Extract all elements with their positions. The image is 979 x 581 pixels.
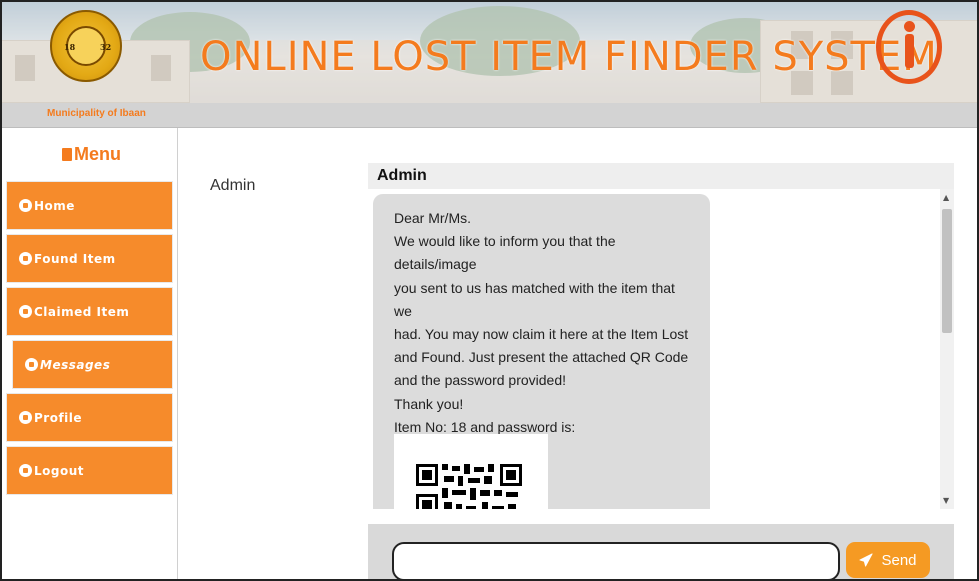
sidebar-item-claimed-item[interactable]: Claimed Item <box>6 287 173 336</box>
header-subbar: Municipality of Ibaan <box>0 103 979 128</box>
eye-icon <box>19 252 32 265</box>
sidebar-item-label: Messages <box>40 357 111 372</box>
scroll-down-icon[interactable]: ▼ <box>943 496 949 505</box>
sidebar-item-logout[interactable]: Logout <box>6 446 173 495</box>
sidebar-item-label: Profile <box>34 410 83 425</box>
menu-title: Menu <box>62 144 121 165</box>
qr-code-icon <box>416 464 522 509</box>
message-line: and Found. Just present the attached QR … <box>394 349 689 366</box>
sidebar-item-label: Found Item <box>34 251 116 266</box>
message-line: Thank you! <box>394 395 464 412</box>
municipal-seal-logo: 18 32 <box>50 10 122 82</box>
header-banner: 18 32 ONLINE LOST ITEM FINDER SYSTEM <box>0 0 979 103</box>
sidebar: Menu Home Found Item Claimed Item Messag… <box>0 128 178 581</box>
chat-header: Admin <box>368 163 954 189</box>
message-bubble: Dear Mr/Ms. We would like to inform you … <box>373 194 710 509</box>
message-composer: Send <box>368 524 954 581</box>
sidebar-item-label: Logout <box>34 463 85 478</box>
user-icon <box>19 411 32 424</box>
contact-list-item[interactable]: Admin <box>210 177 255 195</box>
send-button-label: Send <box>881 551 917 569</box>
seal-year-right: 32 <box>100 42 112 52</box>
message-line: had. You may now claim it here at the It… <box>394 326 689 343</box>
tag-icon <box>19 305 32 318</box>
system-title: ONLINE LOST ITEM FINDER SYSTEM <box>200 34 938 80</box>
scrollbar-thumb[interactable] <box>942 209 952 333</box>
send-icon <box>859 553 874 567</box>
chat-panel: Admin Dear Mr/Ms. We would like to infor… <box>368 163 954 581</box>
logo-stem <box>905 34 914 68</box>
menu-icon <box>62 148 72 161</box>
sidebar-item-messages[interactable]: Messages <box>12 340 173 389</box>
menu-title-label: Menu <box>74 144 121 164</box>
seal-year-left: 18 <box>64 42 76 52</box>
sidebar-item-profile[interactable]: Profile <box>6 393 173 442</box>
send-button[interactable]: Send <box>846 542 930 578</box>
municipality-label: Municipality of Ibaan <box>47 108 146 119</box>
message-input[interactable] <box>392 542 840 581</box>
bagong-ibaan-logo <box>876 10 942 84</box>
message-icon <box>25 358 38 371</box>
logout-icon <box>19 464 32 477</box>
chat-scrollbar[interactable]: ▲ ▼ <box>940 189 954 509</box>
message-line: Dear Mr/Ms. <box>394 210 471 226</box>
message-line: We would like to inform you that the det… <box>394 233 616 273</box>
chat-messages-area: Dear Mr/Ms. We would like to inform you … <box>368 189 954 509</box>
sidebar-item-found-item[interactable]: Found Item <box>6 234 173 283</box>
qr-code-attachment[interactable] <box>394 434 548 509</box>
message-line: you sent to us has matched with the item… <box>394 279 675 319</box>
sidebar-item-label: Home <box>34 198 75 213</box>
message-line: and the password provided! <box>394 372 566 389</box>
logo-dot <box>904 21 915 32</box>
scroll-up-icon[interactable]: ▲ <box>943 193 949 202</box>
sidebar-item-home[interactable]: Home <box>6 181 173 230</box>
sidebar-item-label: Claimed Item <box>34 304 130 319</box>
home-icon <box>19 199 32 212</box>
